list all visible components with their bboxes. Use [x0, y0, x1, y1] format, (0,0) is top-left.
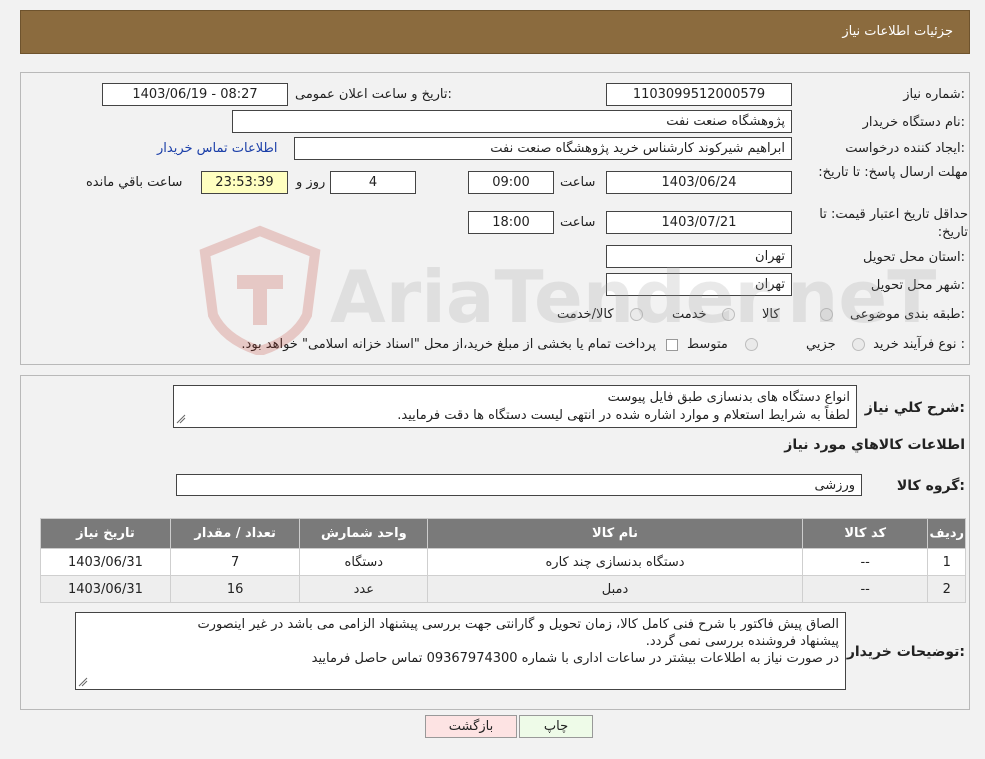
col-header-name: نام کالا	[427, 518, 803, 549]
description-line-1: انواع دستگاه های بدنسازی طبق فایل پیوست	[607, 390, 850, 405]
resize-grip-icon[interactable]	[176, 414, 186, 424]
watermark-shield-icon	[199, 225, 321, 355]
cell-qty: 7	[169, 548, 301, 576]
process-radio-minor[interactable]	[852, 338, 865, 351]
cell-name: دمبل	[427, 575, 803, 603]
description-line-2: لطفاً به شرایط استعلام و موارد اشاره شده…	[397, 408, 850, 423]
back-button[interactable]: بازگشت	[425, 715, 517, 738]
process-label: نوع فرآیند خرید :	[873, 337, 965, 352]
table-row: 1 -- دستگاه بدنسازی چند کاره دستگاه 7 14…	[40, 548, 966, 576]
buyer-org-label: نام دستگاه خریدار:	[862, 115, 965, 130]
deadline-time-field: 09:00	[468, 171, 554, 194]
announce-field: 1403/06/19 - 08:27	[102, 83, 288, 106]
cell-unit: عدد	[299, 575, 429, 603]
goods-section-title: اطلاعات کالاهاي مورد نياز	[784, 437, 965, 453]
remaining-time-field: 23:53:39	[201, 171, 288, 194]
buyer-notes-textarea[interactable]: الصاق پیش فاکتور با شرح فنی کامل کالا، ز…	[75, 612, 846, 690]
days-label: روز و	[296, 175, 326, 190]
table-header-row: رديف کد کالا نام کالا واحد شمارش تعداد /…	[40, 518, 966, 549]
page-header: جزئیات اطلاعات نیاز	[20, 10, 970, 54]
notes-resize-grip-icon[interactable]	[78, 677, 88, 687]
need-number-field: 1103099512000579	[606, 83, 792, 106]
description-label: شرح کلي نياز:	[864, 400, 965, 416]
deadline-date-field: 1403/06/24	[606, 171, 792, 194]
cell-date: 1403/06/31	[40, 548, 171, 576]
deadline-time-label: ساعت	[560, 175, 596, 190]
col-header-code: کد کالا	[801, 518, 929, 549]
watermark-text: AriaTender.neT	[330, 255, 937, 339]
validity-label: حداقل تاریخ اعتبار قیمت: تا تاریخ:	[819, 207, 968, 240]
description-textarea[interactable]: انواع دستگاه های بدنسازی طبق فایل پیوست …	[173, 385, 857, 428]
buyer-notes-label: توضیحات خریدار:	[846, 644, 965, 660]
announce-label: تاریخ و ساعت اعلان عمومی:	[295, 87, 452, 102]
col-header-qty: تعداد / مقدار	[169, 518, 301, 549]
remaining-label: ساعت باقي مانده	[86, 175, 183, 190]
watermark: AriaTender.neT	[195, 225, 936, 365]
cell-name: دستگاه بدنسازی چند کاره	[427, 548, 803, 576]
process-option-minor: جزیي	[806, 337, 836, 352]
cell-qty: 16	[169, 575, 301, 603]
cell-date: 1403/06/31	[40, 575, 171, 603]
need-number-label: شماره نیاز:	[903, 87, 965, 102]
contact-info-link[interactable]: اطلاعات تماس خریدار	[157, 141, 277, 156]
cell-idx: 1	[927, 548, 966, 576]
buyer-notes-line-2: پیشنهاد فروشنده بررسی نمی گردد.	[645, 634, 839, 649]
col-header-date: تاریخ نیاز	[40, 518, 171, 549]
deadline-label: مهلت ارسال پاسخ: تا تاریخ:	[818, 165, 968, 180]
cell-code: --	[801, 575, 929, 603]
cell-unit: دستگاه	[299, 548, 429, 576]
goods-group-label: گروه کالا:	[896, 478, 965, 494]
print-button[interactable]: چاپ	[519, 715, 593, 738]
col-header-unit: واحد شمارش	[299, 518, 429, 549]
goods-group-field: ورزشی	[176, 474, 862, 496]
cell-code: --	[801, 548, 929, 576]
page-title: جزئیات اطلاعات نیاز	[842, 24, 953, 39]
days-field: 4	[330, 171, 416, 194]
buyer-notes-line-1: الصاق پیش فاکتور با شرح فنی کامل کالا، ز…	[197, 617, 839, 632]
buyer-notes-line-3: در صورت نیاز به اطلاعات بیشتر در ساعات ا…	[311, 651, 839, 666]
cell-idx: 2	[927, 575, 966, 603]
items-table: رديف کد کالا نام کالا واحد شمارش تعداد /…	[40, 518, 966, 603]
col-header-idx: رديف	[927, 518, 966, 549]
requester-field: ابراهیم شیرکوند کارشناس خرید پژوهشگاه صن…	[294, 137, 792, 160]
requester-label: ایجاد کننده درخواست:	[845, 141, 965, 156]
table-row: 2 -- دمبل عدد 16 1403/06/31	[40, 575, 966, 603]
buyer-org-field: پژوهشگاه صنعت نفت	[232, 110, 792, 133]
